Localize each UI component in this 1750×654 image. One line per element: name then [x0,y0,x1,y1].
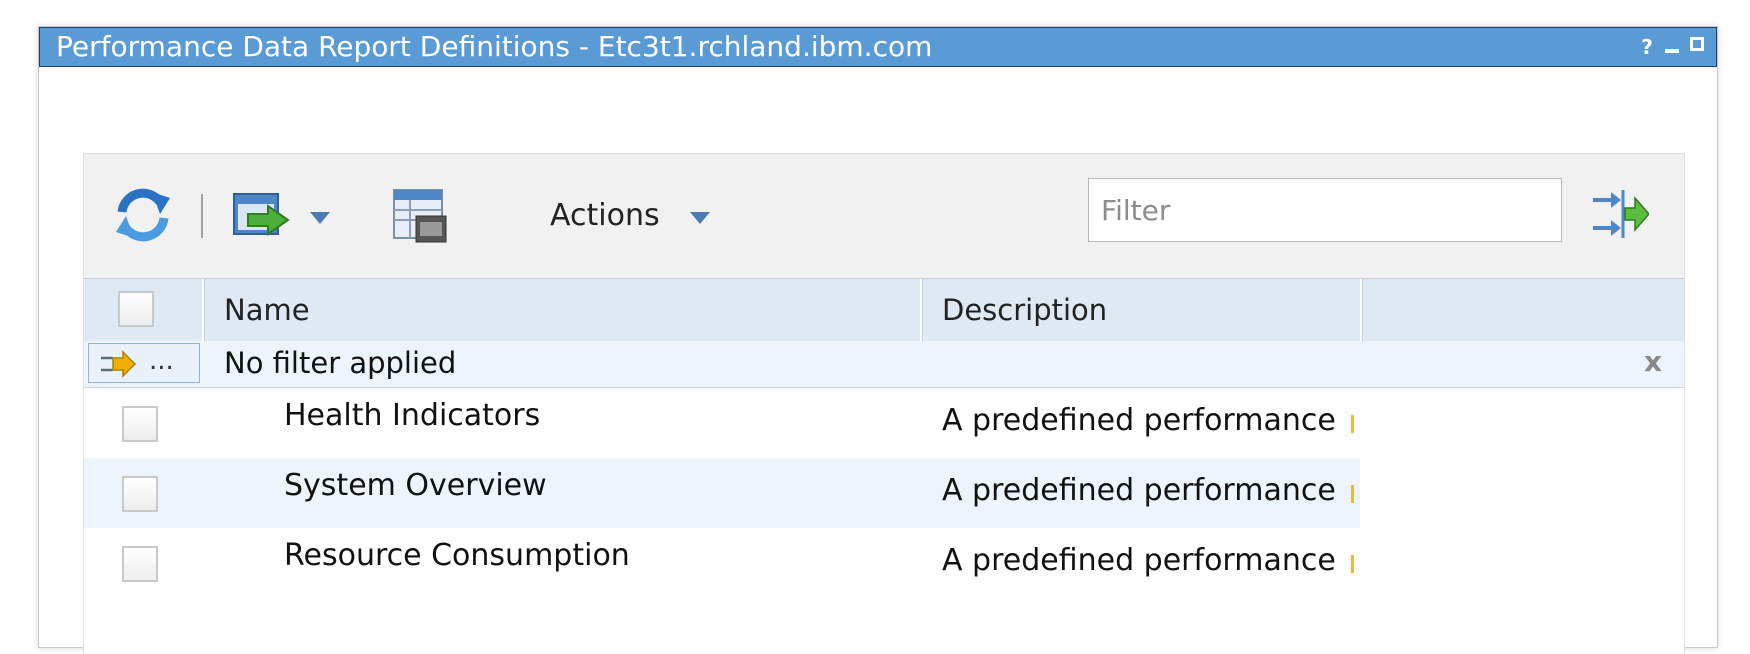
actions-menu[interactable]: Actions [550,198,660,233]
row-checkbox[interactable] [122,476,158,512]
table-toolbar: Actions [84,154,1684,278]
filter-status-row: ... No filter applied x [84,341,1684,388]
row-name: Health Indicators [284,398,541,433]
row-description: A predefined performance [942,473,1354,508]
window-title: Performance Data Report Definitions - Et… [56,30,933,63]
column-description-label: Description [942,293,1108,327]
window-controls: ? [1636,35,1708,59]
maximize-button[interactable] [1686,35,1708,59]
report-table-panel: Actions Name Description [83,153,1685,654]
row-checkbox[interactable] [122,546,158,582]
help-button[interactable]: ? [1636,35,1658,59]
table-header: Name Description [84,278,1684,342]
filter-options-button[interactable]: ... [88,343,200,383]
select-all-checkbox[interactable] [118,291,154,327]
advanced-filter-icon[interactable] [1589,184,1649,244]
filter-arrows-icon [101,350,137,378]
column-name-label: Name [224,293,310,327]
table-row[interactable]: System Overview A predefined performance [84,458,1684,528]
row-description: A predefined performance [942,403,1354,438]
select-all-cell [84,279,204,341]
table-row[interactable]: Resource Consumption A predefined perfor… [84,528,1684,598]
row-checkbox[interactable] [122,406,158,442]
clear-filter-icon[interactable]: x [1644,345,1662,378]
filter-input[interactable] [1088,178,1562,242]
row-name: Resource Consumption [284,538,630,573]
filter-options-label: ... [149,346,174,376]
maximize-icon [1690,37,1704,51]
actions-dropdown-icon[interactable] [690,212,710,224]
column-header-name[interactable]: Name [204,279,922,341]
row-description: A predefined performance [942,543,1354,578]
minimize-button[interactable] [1661,35,1683,59]
table-row[interactable]: Health Indicators A predefined performan… [84,388,1684,458]
report-definitions-window: Performance Data Report Definitions - Et… [38,26,1718,654]
filter-status-text: No filter applied [224,346,457,380]
refresh-icon[interactable] [112,184,174,246]
title-bar: Performance Data Report Definitions - Et… [39,27,1717,67]
column-header-description[interactable]: Description [922,279,1362,341]
export-dropdown-icon[interactable] [310,212,330,224]
toolbar-separator [201,194,203,238]
row-name: System Overview [284,468,547,503]
minimize-icon [1665,49,1679,53]
export-icon[interactable] [232,192,290,242]
table-columns-icon[interactable] [392,188,448,244]
